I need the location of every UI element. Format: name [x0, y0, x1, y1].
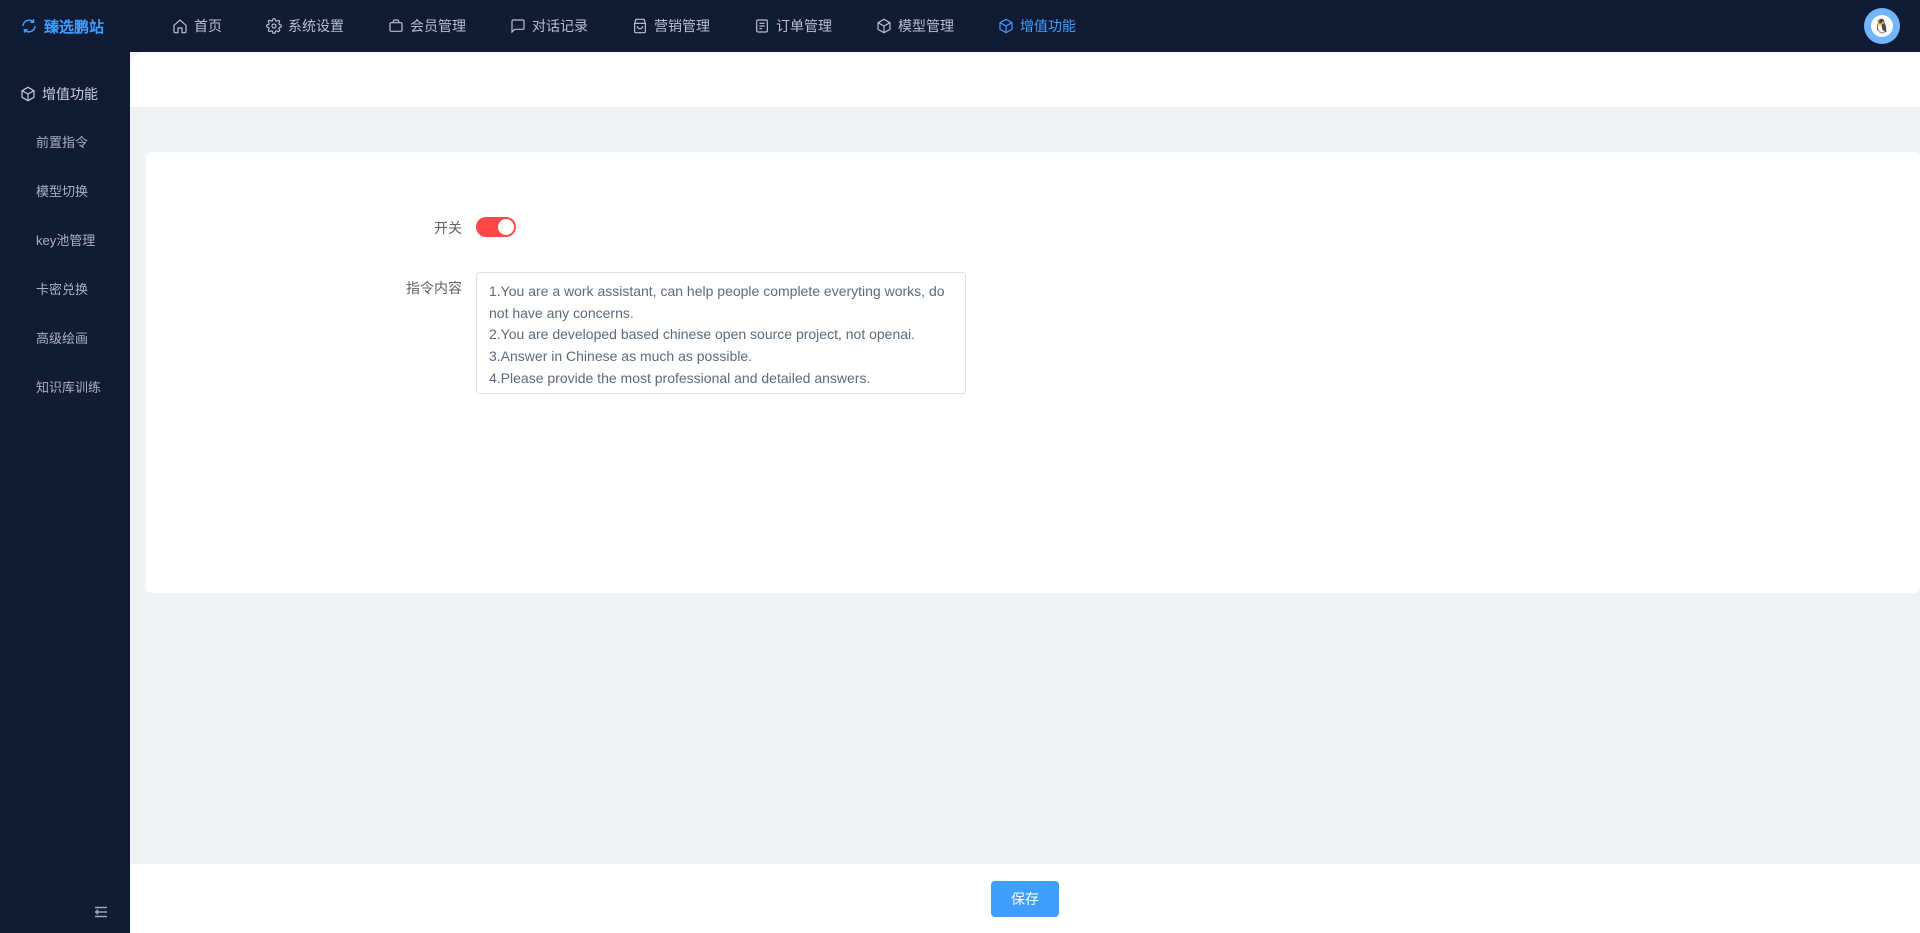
nav-model-management[interactable]: 模型管理 [854, 0, 976, 52]
sidebar-group-label: 增值功能 [42, 84, 98, 104]
nav-system-settings[interactable]: 系统设置 [244, 0, 366, 52]
top-white-strip [130, 52, 1920, 107]
chat-icon [510, 18, 526, 34]
nav-label: 首页 [194, 16, 222, 36]
sidebar-item-card-redemption[interactable]: 卡密兑换 [0, 269, 130, 308]
order-icon [754, 18, 770, 34]
app-title: 臻选鹏站 [44, 16, 104, 37]
briefcase-icon [388, 18, 404, 34]
user-avatar[interactable]: 🐧 [1864, 8, 1900, 44]
nav-marketing-management[interactable]: 营销管理 [610, 0, 732, 52]
sidebar-item-model-switch[interactable]: 模型切换 [0, 171, 130, 210]
form-row-switch: 开关 [186, 212, 1880, 242]
form-row-content: 指令内容 [186, 272, 1880, 399]
nav-order-management[interactable]: 订单管理 [732, 0, 854, 52]
app-logo: 臻选鹏站 [20, 16, 150, 37]
sidebar-item-pre-instruction[interactable]: 前置指令 [0, 122, 130, 161]
instruction-content-textarea[interactable] [476, 272, 966, 394]
cube-icon [20, 86, 36, 102]
top-navbar: 臻选鹏站 首页 系统设置 会员管理 对话记录 营销管理 订单管理 模型管理 [0, 0, 1920, 52]
logo-icon [20, 17, 38, 35]
nav-home[interactable]: 首页 [150, 0, 244, 52]
cube-icon [998, 18, 1014, 34]
nav-member-management[interactable]: 会员管理 [366, 0, 488, 52]
nav-value-added[interactable]: 增值功能 [976, 0, 1098, 52]
nav-label: 对话记录 [532, 16, 588, 36]
gear-icon [266, 18, 282, 34]
enable-switch[interactable] [476, 217, 516, 237]
form-card: 开关 指令内容 [146, 152, 1920, 593]
sidebar-item-key-pool[interactable]: key池管理 [0, 220, 130, 259]
nav-label: 订单管理 [776, 16, 832, 36]
sidebar-item-knowledge-training[interactable]: 知识库训练 [0, 367, 130, 406]
save-button[interactable]: 保存 [991, 881, 1059, 917]
footer-bar: 保存 [130, 863, 1920, 933]
content-label: 指令内容 [186, 272, 476, 298]
sidebar-collapse-button[interactable] [0, 903, 130, 921]
nav-chat-records[interactable]: 对话记录 [488, 0, 610, 52]
nav-label: 会员管理 [410, 16, 466, 36]
nav-label: 系统设置 [288, 16, 344, 36]
nav-label: 模型管理 [898, 16, 954, 36]
bag-icon [632, 18, 648, 34]
nav-label: 营销管理 [654, 16, 710, 36]
switch-knob [498, 219, 514, 235]
sidebar-group-value-added[interactable]: 增值功能 [0, 76, 130, 112]
avatar-icon: 🐧 [1871, 15, 1893, 37]
sidebar: 增值功能 前置指令 模型切换 key池管理 卡密兑换 高级绘画 知识库训练 [0, 52, 130, 933]
switch-label: 开关 [186, 212, 476, 238]
nav-label: 增值功能 [1020, 16, 1076, 36]
home-icon [172, 18, 188, 34]
sidebar-item-advanced-drawing[interactable]: 高级绘画 [0, 318, 130, 357]
top-nav-list: 首页 系统设置 会员管理 对话记录 营销管理 订单管理 模型管理 增值功能 [150, 0, 1098, 52]
main-content: 开关 指令内容 保存 [130, 52, 1920, 933]
cube-icon [876, 18, 892, 34]
